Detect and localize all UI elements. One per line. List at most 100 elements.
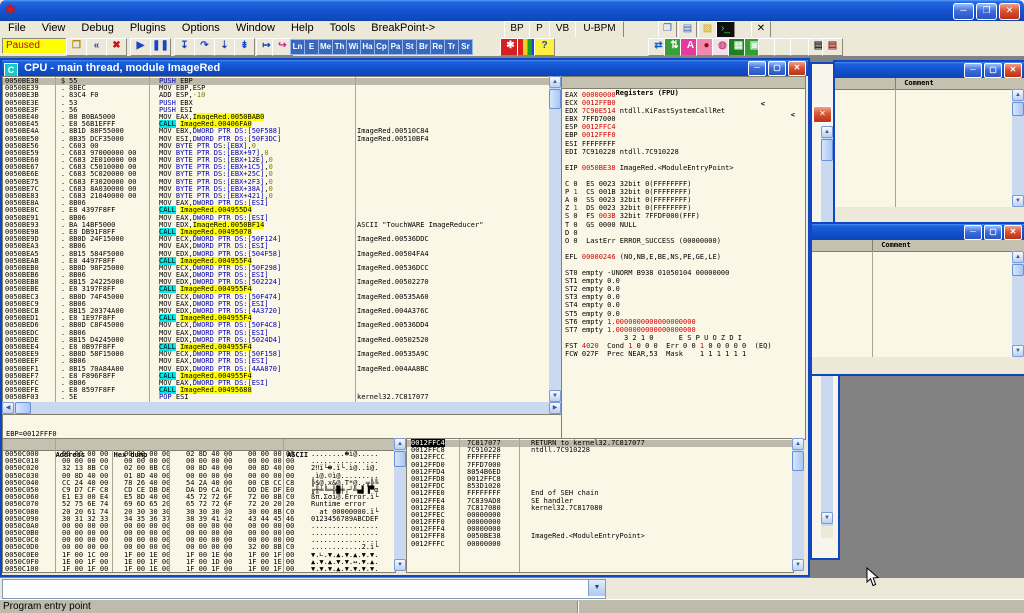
stack-row[interactable]: 0012FFC47C817077RETURN to kernel32.7C817… (407, 440, 793, 447)
register-line[interactable] (565, 245, 805, 253)
scrollbar-thumb[interactable] (15, 402, 31, 414)
comment-column-header[interactable]: Comment (877, 241, 911, 249)
resize-grip[interactable] (821, 526, 833, 538)
stack-vscrollbar[interactable]: ▲ ▼ (792, 438, 804, 571)
scroll-up-icon[interactable]: ▲ (549, 76, 561, 88)
registers-pane[interactable]: Registers (FPU) < < EAX 00000000ECX 0012… (561, 76, 806, 440)
animate-into-icon[interactable]: ⇣ (214, 38, 235, 56)
register-line[interactable]: ST0 empty -UNORM B938 01050104 00000000 (565, 269, 805, 277)
scroll-down-icon[interactable]: ▼ (792, 559, 804, 571)
stack-row[interactable]: 0012FFE0FFFFFFFFEnd of SEH chain (407, 490, 793, 497)
disasm-row[interactable]: 0050BE3B.83C4 F0ADD ESP,-10 (3, 92, 550, 99)
toolbar-button-me[interactable]: Me (318, 39, 333, 55)
toolbar-button-ha[interactable]: Ha (360, 39, 375, 55)
scroll-up-icon[interactable]: ▲ (1012, 251, 1024, 263)
toolbar-button-cp[interactable]: Cp (374, 39, 389, 55)
scroll-down-icon[interactable]: ▼ (549, 390, 561, 402)
register-line[interactable]: D 0 (565, 229, 805, 237)
hex-dump-pane[interactable]: AddressHex dumpASCII 0050C00000 00 00 00… (2, 438, 396, 573)
chevron-down-icon[interactable]: ▼ (588, 580, 605, 596)
stack-row[interactable]: 0012FFD07FFD7000 (407, 462, 793, 469)
restore-button[interactable]: ❐ (976, 3, 997, 20)
register-line[interactable]: ST1 empty 0.0 (565, 277, 805, 285)
info-pane[interactable]: EBP=0012FFF0 (2, 414, 563, 440)
minimize-button[interactable]: ─ (953, 3, 974, 20)
register-line[interactable]: A 0 SS 0023 32bit 0(FFFFFFFF) (565, 196, 805, 204)
menu-item-view[interactable]: View (34, 21, 74, 34)
menu-button-p[interactable]: P (529, 21, 550, 38)
disasm-row[interactable]: 0050BE3E.53PUSH EBX (3, 100, 550, 107)
comment-window-middle[interactable]: ─ ▢ ✕ Comment ▲ ▼ (810, 222, 1024, 376)
register-line[interactable]: FST 4020 Cond 1 0 0 0 Err 0 0 1 0 0 0 0 … (565, 342, 805, 350)
register-line[interactable] (565, 172, 805, 180)
menu-item-window[interactable]: Window (228, 21, 283, 34)
scroll-up-icon[interactable]: ▲ (792, 438, 804, 450)
register-line[interactable]: EAX 00000000 (565, 91, 805, 99)
toolbar-button-sr[interactable]: Sr (458, 39, 473, 55)
register-line[interactable]: ST4 empty 0.0 (565, 301, 805, 309)
stack-row[interactable]: 0012FFE87C817080kernel32.7C817080 (407, 505, 793, 512)
main-titlebar[interactable]: ✱ ─ ❐ ✕ (0, 0, 1024, 21)
menu-item-plugins[interactable]: Plugins (122, 21, 174, 34)
menu-item-help[interactable]: Help (283, 21, 322, 34)
register-line[interactable]: EBP 0012FFF0 (565, 131, 805, 139)
menubar-close-button[interactable]: ✕ (751, 21, 771, 38)
minimize-icon[interactable]: ─ (964, 225, 982, 240)
stack-row[interactable]: 0012FFFC00000000 (407, 541, 793, 548)
scroll-down-icon[interactable]: ▼ (1012, 345, 1024, 357)
dump-vscrollbar[interactable]: ▲ ▼ (394, 438, 406, 571)
register-line[interactable]: P 1 CS 001B 32bit 0(FFFFFFFF) (565, 188, 805, 196)
close-icon[interactable]: ✕ (813, 106, 832, 123)
help-icon[interactable]: ? (534, 38, 555, 56)
toolbar-button-tr[interactable]: Tr (444, 39, 459, 55)
disasm-row[interactable]: 0050BF03.5EPOP ESIkernel32.7C817077 (3, 394, 550, 401)
scroll-down-icon[interactable]: ▼ (394, 559, 406, 571)
scroll-right-icon[interactable]: ▶ (549, 402, 561, 414)
disassembly-vscrollbar[interactable]: ▲ ▼ (549, 76, 561, 402)
menu-button-u-bpm[interactable]: U-BPM (575, 21, 624, 38)
scrollbar-thumb[interactable] (1012, 102, 1024, 116)
cpu-window[interactable]: C CPU - main thread, module ImageRed ─ ▢… (0, 58, 810, 577)
scroll-down-icon[interactable]: ▼ (821, 512, 833, 524)
register-line[interactable]: EIP 0050BE38 ImageRed.<ModuleEntryPoint> (565, 164, 805, 172)
command-input[interactable] (4, 581, 588, 597)
maximize-icon[interactable]: ▢ (984, 225, 1002, 240)
notes-icon[interactable]: ▤ (678, 21, 697, 38)
menu-item-debug[interactable]: Debug (73, 21, 121, 34)
disassembly-hscrollbar[interactable]: ◀ ▶ (2, 402, 561, 414)
stack-row[interactable]: 0012FFEC00000000 (407, 512, 793, 519)
menu-button-bp[interactable]: BP (504, 21, 530, 38)
toolbar-button-th[interactable]: Th (332, 39, 347, 55)
command-combobox[interactable]: ▼ (2, 579, 606, 599)
stack-row[interactable]: 0012FFF000000000 (407, 519, 793, 526)
stack-row[interactable]: 0012FFDC853D1020 (407, 483, 793, 490)
scroll-down-icon[interactable]: ▼ (1012, 195, 1024, 207)
minimize-icon[interactable]: ─ (748, 61, 766, 76)
toolbar-button-st[interactable]: St (402, 39, 417, 55)
close-program-icon[interactable]: ✖ (106, 38, 127, 56)
register-line[interactable]: C 0 ES 0023 32bit 0(FFFFFFFF) (565, 180, 805, 188)
maximize-icon[interactable]: ▢ (984, 63, 1002, 78)
toolbar-button-re[interactable]: Re (430, 39, 445, 55)
run-icon[interactable]: ▶ (130, 38, 151, 56)
disasm-row[interactable]: 0050BEFE.E8 8597F8FFCALL ImageRed.004956… (3, 387, 550, 394)
scrollbar-thumb[interactable] (792, 451, 804, 471)
animate-over-icon[interactable]: ⇟ (234, 38, 255, 56)
close-icon[interactable]: ✕ (1004, 63, 1022, 78)
toolbar-button-pa[interactable]: Pa (388, 39, 403, 55)
scrollbar-thumb[interactable] (1012, 264, 1024, 276)
register-line[interactable]: EFL 00000246 (NO,NB,E,BE,NS,PE,GE,LE) (565, 253, 805, 261)
copy-window-icon[interactable]: ❐ (658, 21, 677, 38)
toolbar-button-ln[interactable]: Ln (290, 39, 305, 55)
register-line[interactable] (565, 261, 805, 269)
register-line[interactable]: ST2 empty 0.0 (565, 285, 805, 293)
step-into-icon[interactable]: ↧ (174, 38, 195, 56)
maximize-icon[interactable]: ▢ (768, 61, 786, 76)
toolbar-button-br[interactable]: Br (416, 39, 431, 55)
restart-icon[interactable]: « (86, 38, 107, 56)
register-line[interactable]: Z 1 DS 0023 32bit 0(FFFFFFFF) (565, 204, 805, 212)
pause-icon[interactable]: ❚❚ (150, 38, 171, 56)
register-line[interactable]: ESI FFFFFFFF (565, 140, 805, 148)
step-over-icon[interactable]: ↷ (194, 38, 215, 56)
menu-item-breakpoint[interactable]: BreakPoint-> (363, 21, 443, 34)
